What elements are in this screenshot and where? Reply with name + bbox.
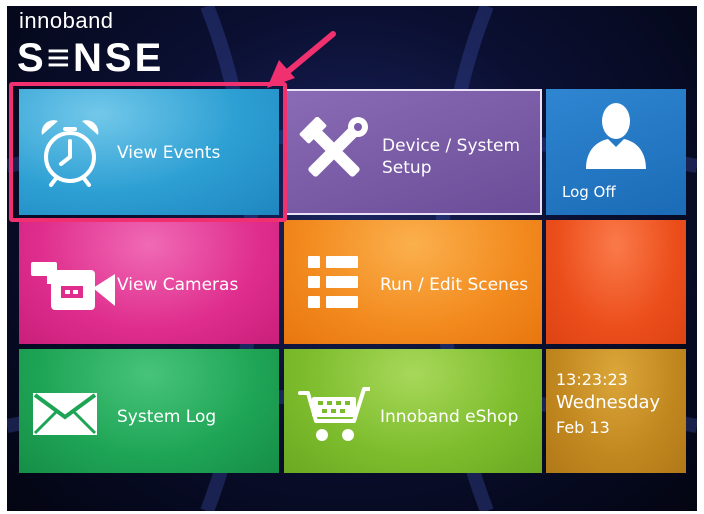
- run-edit-scenes-label: Run / Edit Scenes: [380, 275, 529, 295]
- view-cameras-tile[interactable]: View Cameras: [19, 220, 279, 344]
- clock-weekday: Wednesday: [556, 392, 661, 413]
- brand-innoband-text: innoband: [19, 8, 114, 33]
- log-off-tile[interactable]: Log Off: [546, 89, 686, 215]
- system-log-label: System Log: [117, 407, 217, 427]
- shopping-cart-icon: [298, 387, 370, 441]
- innoband-eshop-label: Innoband eShop: [380, 407, 519, 427]
- device-system-setup-label-line2: Setup: [382, 158, 432, 178]
- pointer-arrow-icon: [267, 31, 336, 88]
- clock-time: 13:23:23: [556, 370, 628, 389]
- hammer-wrench-icon: [299, 117, 368, 177]
- run-edit-scenes-tile[interactable]: Run / Edit Scenes: [284, 220, 542, 344]
- app-screen: innoband S≡NSE View Events Device / Syst…: [7, 6, 697, 511]
- view-events-label: View Events: [117, 143, 221, 163]
- user-icon: [586, 103, 646, 169]
- alarm-clock-icon: [41, 120, 99, 187]
- video-camera-icon: [31, 262, 115, 310]
- system-log-tile[interactable]: System Log: [19, 349, 279, 473]
- envelope-icon: [33, 393, 97, 435]
- brand-sense-logo: S≡NSE: [17, 36, 165, 80]
- view-events-tile[interactable]: View Events: [19, 89, 279, 215]
- log-off-label: Log Off: [562, 183, 616, 201]
- innoband-eshop-tile[interactable]: Innoband eShop: [284, 349, 542, 473]
- device-system-setup-label-line1: Device / System: [382, 136, 521, 156]
- empty-tile: [546, 220, 686, 344]
- view-cameras-label: View Cameras: [117, 275, 239, 295]
- clock-date: Feb 13: [556, 418, 610, 437]
- device-system-setup-tile[interactable]: Device / System Setup: [284, 89, 542, 215]
- list-icon: [308, 256, 358, 308]
- clock-tile: 13:23:23 Wednesday Feb 13: [546, 349, 686, 473]
